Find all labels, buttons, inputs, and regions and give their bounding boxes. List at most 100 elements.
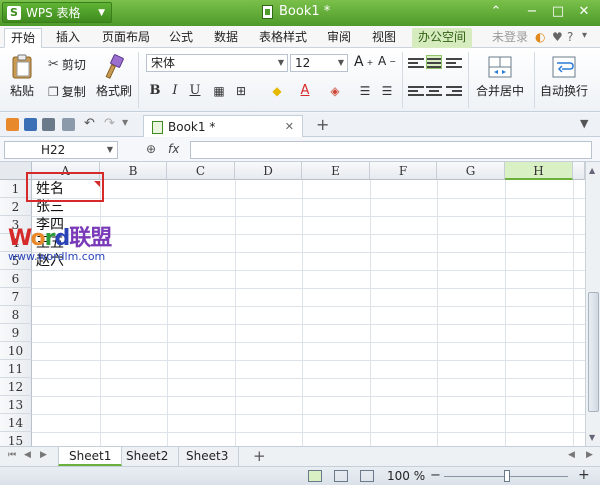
insert-function-button[interactable]: fx <box>168 142 179 156</box>
worksheet-grid[interactable]: A B C D E F G H 1 2 3 4 5 6 7 8 9 10 11 … <box>0 162 585 446</box>
increase-font-icon[interactable]: A + <box>354 54 373 70</box>
page-break-view-icon[interactable] <box>334 470 348 482</box>
tab-page-layout[interactable]: 页面布局 <box>96 28 156 48</box>
tab-view[interactable]: 视图 <box>366 28 402 48</box>
bold-button[interactable]: B <box>146 82 164 100</box>
tab-formulas[interactable]: 公式 <box>163 28 199 48</box>
vertical-scrollbar[interactable]: ▲ ▼ <box>585 162 600 446</box>
grid-line <box>32 396 585 397</box>
save-icon[interactable] <box>24 118 37 131</box>
redo-icon[interactable]: ↷ <box>104 116 115 131</box>
close-button[interactable]: ✕ <box>572 2 596 22</box>
next-sheet-icon[interactable]: ▶ <box>40 450 47 460</box>
underline-button[interactable]: U <box>186 82 204 100</box>
row-header-14[interactable]: 14 <box>0 414 32 432</box>
login-status[interactable]: 未登录 <box>486 28 534 48</box>
document-tab[interactable]: Book1 * ✕ <box>143 115 303 137</box>
scrollbar-thumb[interactable] <box>588 292 599 412</box>
tab-data[interactable]: 数据 <box>208 28 244 48</box>
first-sheet-icon[interactable]: ⏮ <box>8 450 16 460</box>
scroll-right-icon[interactable]: ▶ <box>586 450 593 460</box>
tab-review[interactable]: 审阅 <box>321 28 357 48</box>
row-header-8[interactable]: 8 <box>0 306 32 324</box>
merge-center-button[interactable]: 合并居中 <box>476 54 524 99</box>
row-header-10[interactable]: 10 <box>0 342 32 360</box>
row-header-12[interactable]: 12 <box>0 378 32 396</box>
fullscreen-icon[interactable] <box>360 470 374 482</box>
column-header-c[interactable]: C <box>167 162 235 180</box>
tab-office-space[interactable]: 办公空间 <box>412 28 473 48</box>
decrease-font-icon[interactable]: A − <box>378 54 396 68</box>
print-icon[interactable] <box>42 118 55 131</box>
ribbon-collapse-icon[interactable]: ⌃ <box>484 2 508 22</box>
undo-icon[interactable]: ↶ <box>84 116 95 131</box>
column-header-partial[interactable] <box>573 162 585 180</box>
font-size-select[interactable]: 12 ▼ <box>290 54 348 72</box>
align-middle-icon[interactable] <box>426 55 442 69</box>
format-painter-button[interactable]: 格式刷 <box>96 54 132 99</box>
paste-button[interactable]: 粘贴 <box>8 54 36 99</box>
row-header-13[interactable]: 13 <box>0 396 32 414</box>
tab-table-style[interactable]: 表格样式 <box>253 28 313 48</box>
maximize-button[interactable]: □ <box>546 2 570 22</box>
column-header-f[interactable]: F <box>370 162 437 180</box>
zoom-search-icon[interactable]: ⊕ <box>146 142 156 156</box>
help-icon[interactable]: ? <box>567 30 573 44</box>
indent-icon[interactable]: ☰ <box>356 82 374 100</box>
zoom-in-button[interactable]: + <box>578 467 590 483</box>
formula-input[interactable] <box>190 141 592 159</box>
wrap-text-button[interactable]: 自动换行 <box>540 54 588 99</box>
column-header-d[interactable]: D <box>235 162 302 180</box>
font-name-select[interactable]: 宋体 ▼ <box>146 54 288 72</box>
sheet-tab-2[interactable]: Sheet2 <box>116 447 180 466</box>
copy-button[interactable]: ❐ 复制 <box>48 83 86 100</box>
cut-button[interactable]: ✂ 剪切 <box>48 56 86 73</box>
sheet-tab-1[interactable]: Sheet1 <box>58 447 123 466</box>
row-header-7[interactable]: 7 <box>0 288 32 306</box>
settings-icon[interactable]: ▾ <box>582 30 587 41</box>
zoom-slider-thumb[interactable] <box>504 470 510 482</box>
align-right-icon[interactable] <box>446 84 462 98</box>
new-tab-button[interactable]: + <box>316 115 329 134</box>
row-header-9[interactable]: 9 <box>0 324 32 342</box>
name-box[interactable]: H22 ▼ <box>4 141 118 159</box>
align-left-icon[interactable] <box>408 84 424 98</box>
cell-style-icon[interactable]: ⊞ <box>232 82 250 100</box>
row-header-11[interactable]: 11 <box>0 360 32 378</box>
zoom-out-button[interactable]: − <box>430 468 441 483</box>
normal-view-icon[interactable] <box>308 470 322 482</box>
border-icon[interactable]: ▦ <box>210 82 228 100</box>
gift-icon[interactable]: ♥ <box>552 30 563 44</box>
align-center-icon[interactable] <box>426 84 442 98</box>
row-header-15[interactable]: 15 <box>0 432 32 446</box>
close-icon[interactable]: ✕ <box>285 120 294 133</box>
align-bottom-icon[interactable] <box>446 56 462 70</box>
sheet-tab-3[interactable]: Sheet3 <box>176 447 240 466</box>
column-header-e[interactable]: E <box>302 162 370 180</box>
fill-color-icon[interactable]: ◆ <box>268 82 286 100</box>
chevron-down-icon[interactable]: ▼ <box>122 118 128 127</box>
add-sheet-button[interactable]: + <box>253 447 266 465</box>
outdent-icon[interactable]: ☰ <box>378 82 396 100</box>
font-color-icon[interactable]: A <box>296 82 314 100</box>
column-header-h[interactable]: H <box>505 162 573 180</box>
italic-button[interactable]: I <box>166 82 184 100</box>
zoom-level[interactable]: 100 % <box>387 469 425 483</box>
tab-home[interactable]: 开始 <box>4 28 43 48</box>
open-icon[interactable] <box>6 118 19 131</box>
minimize-button[interactable]: − <box>520 2 544 22</box>
align-top-icon[interactable] <box>408 56 424 70</box>
prev-sheet-icon[interactable]: ◀ <box>24 450 31 460</box>
column-header-g[interactable]: G <box>437 162 505 180</box>
print-preview-icon[interactable] <box>62 118 75 131</box>
column-header-b[interactable]: B <box>100 162 167 180</box>
tab-list-icon[interactable]: ▼ <box>580 117 588 130</box>
app-menu-button[interactable]: S WPS 表格 ▼ <box>2 2 112 23</box>
clear-format-icon[interactable]: ◈ <box>326 82 344 100</box>
scroll-down-icon[interactable]: ▼ <box>589 433 595 442</box>
skin-icon[interactable]: ◐ <box>535 30 545 44</box>
tab-insert[interactable]: 插入 <box>50 28 86 48</box>
scroll-left-icon[interactable]: ◀ <box>568 450 575 460</box>
scroll-up-icon[interactable]: ▲ <box>589 166 595 175</box>
row-header-6[interactable]: 6 <box>0 270 32 288</box>
